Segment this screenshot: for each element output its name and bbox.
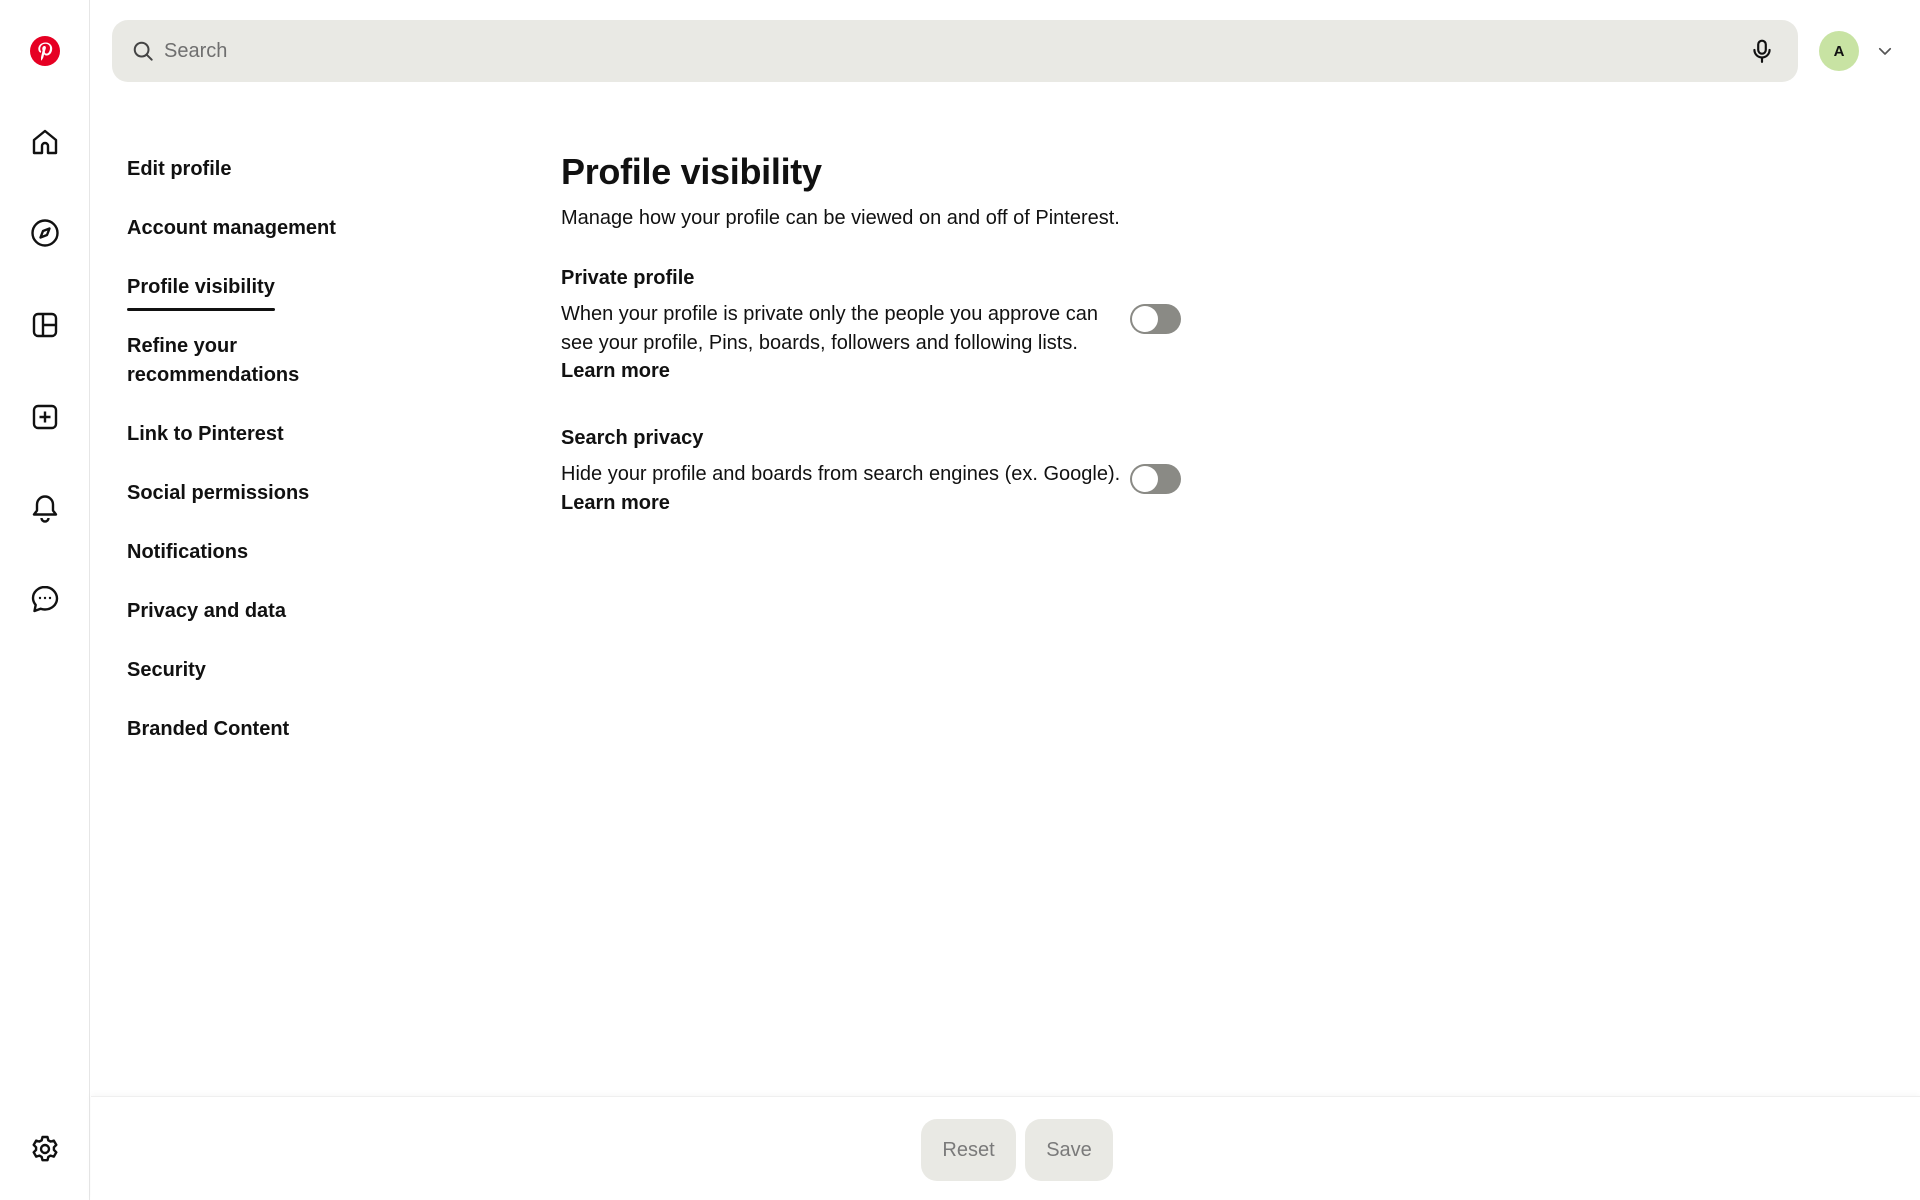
page-subtitle: Manage how your profile can be viewed on… [561,207,1120,229]
left-nav-rail [0,0,90,1200]
search-input[interactable] [164,39,1746,63]
pinterest-logo-icon[interactable] [21,27,69,75]
private-profile-section: Private profile When your profile is pri… [561,264,1201,386]
settings-nav-notifications[interactable]: Notifications [127,538,248,567]
settings-nav-link-to-pinterest[interactable]: Link to Pinterest [127,420,284,449]
settings-nav-refine-line1: Refine your [127,335,238,357]
messages-icon[interactable] [21,575,69,623]
boards-icon[interactable] [21,301,69,349]
settings-nav-privacy-and-data[interactable]: Privacy and data [127,597,286,626]
search-privacy-title: Search privacy [561,427,704,449]
search-privacy-toggle[interactable] [1130,464,1181,494]
toggle-knob [1132,306,1158,332]
avatar-initial: A [1833,42,1845,60]
explore-compass-icon[interactable] [21,209,69,257]
create-plus-icon[interactable] [21,393,69,441]
microphone-icon[interactable] [1746,35,1778,67]
home-icon[interactable] [21,118,69,166]
search-privacy-description: Hide your profile and boards from search… [561,460,1121,517]
profile-visibility-panel: Profile visibility Manage how your profi… [561,150,1201,514]
settings-nav-security[interactable]: Security [127,656,206,685]
search-icon [133,41,153,61]
settings-gear-icon[interactable] [21,1125,69,1173]
avatar[interactable]: A [1819,31,1859,71]
search-privacy-section: Search privacy Hide your profile and boa… [561,424,1201,517]
action-bar: Reset Save [91,1096,1920,1200]
search-bar [112,20,1798,82]
settings-nav-refine-recommendations[interactable]: Refine your recommendations [127,332,299,390]
settings-nav-social-permissions[interactable]: Social permissions [127,479,309,508]
settings-nav-edit-profile[interactable]: Edit profile [127,155,231,184]
settings-nav-branded-content[interactable]: Branded Content [127,715,289,744]
pinterest-logo-svg [30,36,60,66]
notifications-bell-icon[interactable] [21,484,69,532]
settings-nav-account-management[interactable]: Account management [127,214,336,243]
search-privacy-learn-more-link[interactable]: Learn more [561,492,670,514]
private-profile-description-text: When your profile is private only the pe… [561,303,1098,354]
toggle-knob [1132,466,1158,492]
private-profile-description: When your profile is private only the pe… [561,300,1121,386]
private-profile-title: Private profile [561,267,695,289]
settings-nav-profile-visibility[interactable]: Profile visibility [127,273,275,311]
reset-button[interactable]: Reset [921,1119,1016,1181]
private-profile-toggle[interactable] [1130,304,1181,334]
page-title: Profile visibility [561,151,822,192]
settings-nav-refine-line2: recommendations [127,364,300,386]
save-button[interactable]: Save [1025,1119,1113,1181]
private-profile-learn-more-link[interactable]: Learn more [561,360,670,382]
account-chevron-down-icon[interactable] [1873,39,1897,63]
search-privacy-description-text: Hide your profile and boards from search… [561,463,1121,485]
